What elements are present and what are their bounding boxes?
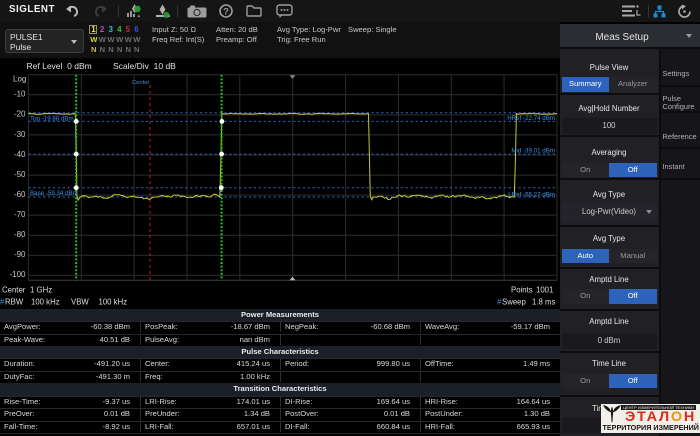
svg-text:-100: -100 (9, 270, 26, 279)
svg-text:Mid -39.01 dBm: Mid -39.01 dBm (511, 148, 555, 155)
svg-text:Base -59.34 dBm: Base -59.34 dBm (30, 190, 78, 197)
svg-text:Ref Level 0 dBm: Ref Level 0 dBm (27, 61, 92, 71)
svg-text:-90: -90 (14, 250, 26, 259)
svg-text:#RBW100 kHzVBW100 kHz: #RBW100 kHzVBW100 kHz (0, 298, 127, 307)
svg-text:-70: -70 (14, 210, 26, 219)
svg-text:-10: -10 (14, 90, 26, 99)
svg-text:Scale/Div 10 dB: Scale/Div 10 dB (113, 61, 176, 71)
svg-text:#Sweep1.8 ms: #Sweep1.8 ms (497, 298, 555, 307)
svg-text:Center: Center (132, 80, 149, 86)
svg-text:-30: -30 (14, 130, 26, 139)
svg-text:-40: -40 (14, 150, 26, 159)
svg-text:Center1 GHz: Center1 GHz (2, 286, 52, 295)
svg-text:-50: -50 (14, 170, 26, 179)
svg-text:LRef -55.27 dBm: LRef -55.27 dBm (508, 191, 555, 198)
svg-text:Log: Log (13, 75, 26, 84)
svg-text:Top -19.88 dBm: Top -19.88 dBm (30, 116, 74, 123)
svg-text:Points1001: Points1001 (511, 286, 553, 295)
svg-text:-60: -60 (14, 190, 26, 199)
svg-text:HRef -22.74 dBm: HRef -22.74 dBm (507, 115, 555, 122)
svg-text:-20: -20 (14, 110, 26, 119)
svg-text:-80: -80 (14, 230, 26, 239)
